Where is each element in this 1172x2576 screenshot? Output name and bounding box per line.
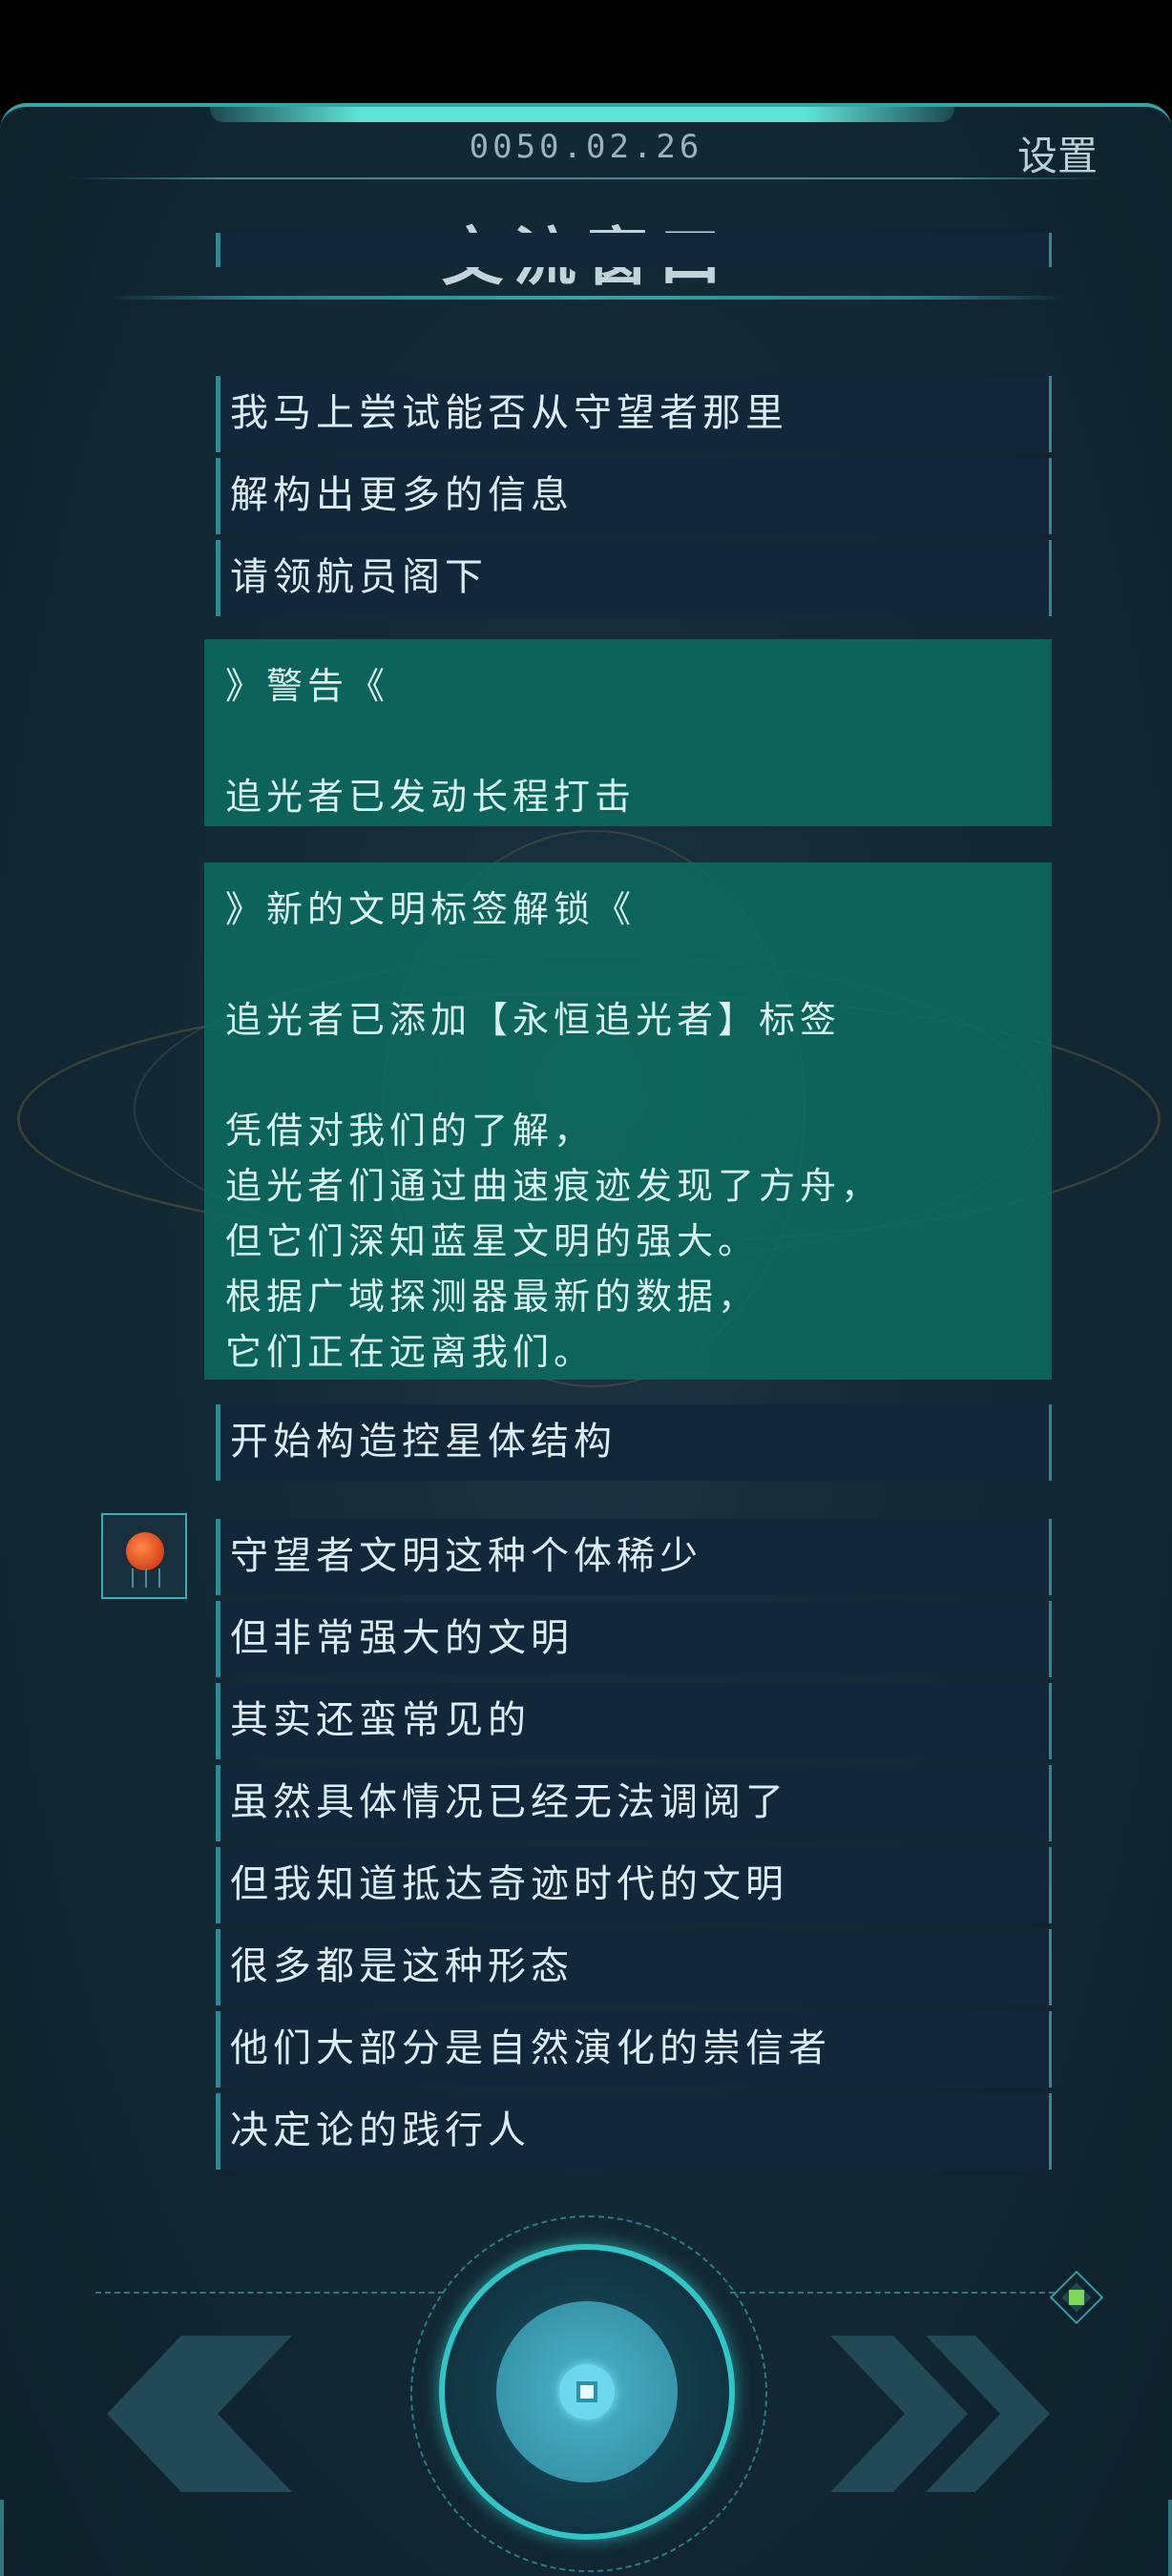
- unlock-line: 凭借对我们的了解，: [225, 1110, 596, 1152]
- unlock-tag-line: 追光者已添加【永恒追光者】标签: [225, 999, 842, 1041]
- double-chevron-right-icon[interactable]: [821, 2328, 1069, 2500]
- top-glow-bar: [210, 107, 954, 122]
- avatar-leg: [158, 1568, 160, 1588]
- unlock-line: 但它们深知蓝星文明的强大。: [225, 1220, 760, 1262]
- avatar-leg: [145, 1568, 147, 1588]
- right-edge-bar: [1168, 2500, 1172, 2576]
- chat-message[interactable]: 很多都是这种形态: [216, 1929, 1052, 2005]
- chat-message-partial[interactable]: [216, 233, 1052, 267]
- chat-message[interactable]: 虽然具体情况已经无法调阅了: [216, 1765, 1052, 1841]
- warning-body: 追光者已发动长程打击: [225, 776, 637, 818]
- unlock-heading: 》新的文明标签解锁《: [225, 888, 637, 930]
- main-icon-square-inner: [580, 2385, 594, 2399]
- chat-message[interactable]: 其实还蛮常见的: [216, 1683, 1052, 1759]
- chat-message[interactable]: 他们大部分是自然演化的崇信者: [216, 2011, 1052, 2088]
- settings-button[interactable]: 设置: [1017, 124, 1098, 182]
- watcher-avatar-icon[interactable]: [101, 1513, 187, 1599]
- unlock-line: 追光者们通过曲速痕迹发现了方舟，: [225, 1165, 883, 1207]
- status-indicator: [1069, 2290, 1084, 2305]
- left-edge-bar: [0, 2500, 4, 2576]
- unlock-line: 它们正在远离我们。: [225, 1331, 596, 1373]
- chat-log[interactable]: 我马上尝试能否从守望者那里 解构出更多的信息 请领航员阁下 》警告《 追光者已发…: [0, 233, 1172, 2170]
- avatar-leg: [132, 1568, 134, 1588]
- game-date: 0050.02.26: [469, 128, 703, 166]
- warning-notice: 》警告《 追光者已发动长程打击: [204, 639, 1052, 826]
- chat-message[interactable]: 但非常强大的文明: [216, 1601, 1052, 1677]
- unlock-notice: 》新的文明标签解锁《 追光者已添加【永恒追光者】标签 凭借对我们的了解， 追光者…: [204, 862, 1052, 1380]
- unlock-line: 根据广域探测器最新的数据，: [225, 1276, 760, 1318]
- control-divider-left: [95, 2292, 444, 2294]
- chat-message[interactable]: 我马上尝试能否从守望者那里: [216, 376, 1052, 452]
- control-divider-right: [730, 2292, 1055, 2294]
- chat-message[interactable]: 解构出更多的信息: [216, 458, 1052, 534]
- chat-message[interactable]: 守望者文明这种个体稀少: [216, 1519, 1052, 1595]
- header-divider: [67, 177, 1105, 179]
- chat-message[interactable]: 决定论的践行人: [216, 2093, 1052, 2170]
- avatar-core: [126, 1532, 164, 1570]
- double-chevron-left-icon[interactable]: [105, 2328, 353, 2500]
- warning-heading: 》警告《: [225, 665, 390, 707]
- chat-message[interactable]: 请领航员阁下: [216, 540, 1052, 616]
- chat-message[interactable]: 开始构造控星体结构: [216, 1404, 1052, 1481]
- chat-message[interactable]: 但我知道抵达奇迹时代的文明: [216, 1847, 1052, 1923]
